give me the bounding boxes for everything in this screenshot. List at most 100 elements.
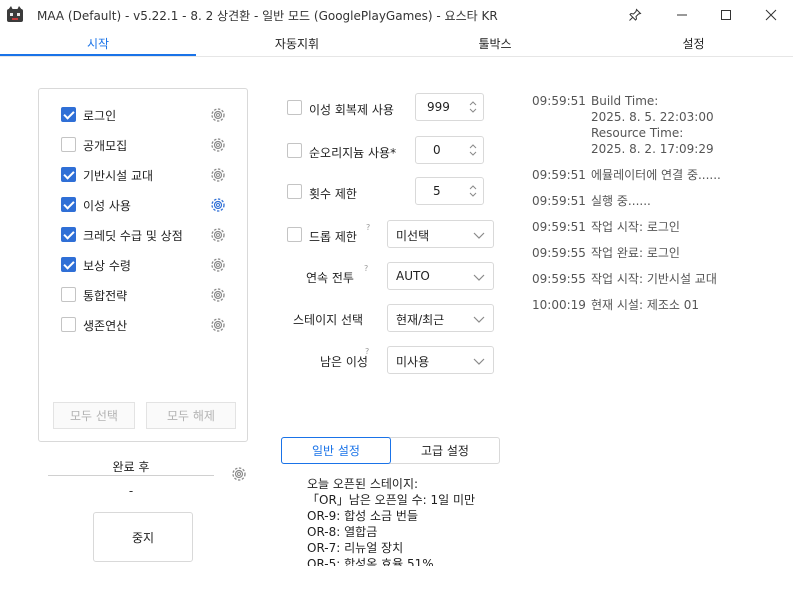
maximize-button[interactable] (704, 0, 748, 30)
close-button[interactable] (749, 0, 793, 30)
times-limit-checkbox[interactable] (287, 184, 302, 199)
task-label: 공개모집 (83, 139, 128, 153)
select-value: 미사용 (396, 355, 430, 369)
task-checkbox[interactable] (61, 317, 76, 332)
stage-select-label: 스테이지 선택 (293, 313, 364, 327)
stepper-value: 0 (433, 143, 441, 157)
log-time: 09:59:51 (532, 220, 586, 234)
log-entry: 09:59:51 작업 시작: 로그인 (532, 219, 782, 235)
task-checkbox[interactable] (61, 257, 76, 272)
gear-icon[interactable] (209, 316, 227, 334)
select-value: 미선택 (396, 229, 430, 243)
stop-button[interactable]: 중지 (93, 512, 193, 562)
stage-info-line: 오늘 오픈된 스테이지: (307, 477, 419, 491)
log-message: 현재 시설: 제조소 01 (591, 298, 700, 312)
log-message: 작업 완료: 로그인 (591, 246, 680, 260)
task-item-award[interactable]: 보상 수령 (61, 254, 231, 276)
drop-limit-help-icon[interactable]: ? (366, 223, 370, 232)
stepper-arrows-icon[interactable] (468, 99, 478, 115)
log-entry: 09:59:55 작업 완료: 로그인 (532, 245, 782, 261)
series-help-icon[interactable]: ? (364, 264, 368, 273)
originium-checkbox[interactable] (287, 143, 302, 158)
remaining-sanity-select[interactable]: 미사용 (387, 346, 494, 374)
task-checkbox[interactable] (61, 227, 76, 242)
task-checkbox[interactable] (61, 137, 76, 152)
sanity-potion-label: 이성 회복제 사용 (309, 103, 394, 117)
remaining-sanity-help-icon[interactable]: ? (365, 347, 369, 356)
task-item-reclamation[interactable]: 생존연산 (61, 314, 231, 336)
open-stage-info: 오늘 오픈된 스테이지: 「OR」남은 오픈일 수: 1일 미만 OR-9: 합… (307, 476, 507, 566)
pin-button[interactable] (613, 0, 657, 30)
originium-stepper[interactable]: 0 (415, 136, 484, 164)
log-message: 작업 시작: 기반시설 교대 (591, 272, 717, 286)
log-entry: 09:59:51 에뮬레이터에 연결 중...... (532, 167, 782, 183)
stage-info-line: OR-5: 합성옥 효율 51% (307, 557, 434, 566)
log-time: 09:59:51 (532, 194, 586, 208)
gear-icon[interactable] (209, 196, 227, 214)
task-item-roguelike[interactable]: 통합전략 (61, 284, 231, 306)
chevron-down-icon (473, 232, 485, 239)
after-completion-select[interactable]: - (48, 484, 214, 498)
drop-limit-select[interactable]: 미선택 (387, 220, 494, 248)
after-completion-divider (48, 475, 214, 476)
stage-select[interactable]: 현재/최근 (387, 304, 494, 332)
close-icon (765, 9, 777, 21)
originium-label: 순오리지늄 사용* (309, 146, 397, 160)
task-list-panel: 로그인 공개모집 기반시설 교대 이성 사용 크레딧 수급 및 상점 보상 수령… (38, 88, 248, 442)
series-select[interactable]: AUTO (387, 262, 494, 290)
remaining-sanity-label: 남은 이성 (320, 355, 368, 369)
stepper-arrows-icon[interactable] (468, 142, 478, 158)
select-all-button[interactable]: 모두 선택 (53, 402, 135, 429)
sanity-potion-checkbox[interactable] (287, 100, 302, 115)
task-checkbox[interactable] (61, 167, 76, 182)
gear-icon[interactable] (209, 226, 227, 244)
log-entry: 09:59:51 실행 중...... (532, 193, 782, 209)
log-time: 09:59:55 (532, 246, 586, 260)
task-checkbox[interactable] (61, 287, 76, 302)
gear-icon[interactable] (209, 286, 227, 304)
log-time: 10:00:19 (532, 298, 586, 312)
general-settings-button[interactable]: 일반 설정 (281, 437, 391, 464)
gear-icon[interactable] (209, 166, 227, 184)
drop-limit-checkbox[interactable] (287, 227, 302, 242)
times-limit-label: 횟수 제한 (309, 187, 357, 201)
log-entry: 09:59:51 Build Time: 2025. 8. 5. 22:03:0… (532, 93, 782, 157)
stage-info-line: 「OR」남은 오픈일 수: 1일 미만 (307, 493, 476, 507)
log-time: 09:59:51 (532, 94, 586, 108)
chevron-down-icon (473, 274, 485, 281)
log-message: 에뮬레이터에 연결 중...... (591, 168, 721, 182)
minimize-button[interactable] (660, 0, 704, 30)
window-title: MAA (Default) - v5.22.1 - 8. 2 상견환 - 일반 … (37, 9, 498, 23)
log-time: 09:59:51 (532, 168, 586, 182)
gear-icon[interactable] (209, 106, 227, 124)
select-value: AUTO (396, 269, 430, 283)
task-checkbox[interactable] (61, 197, 76, 212)
maximize-icon (721, 10, 731, 20)
tab-settings[interactable]: 설정 (594, 35, 793, 52)
task-item-mall[interactable]: 크레딧 수급 및 상점 (61, 224, 231, 246)
gear-icon[interactable] (209, 256, 227, 274)
tab-toolbox[interactable]: 툴박스 (396, 35, 594, 52)
advanced-settings-button[interactable]: 고급 설정 (391, 438, 499, 463)
tab-start[interactable]: 시작 (0, 35, 196, 52)
task-checkbox[interactable] (61, 107, 76, 122)
gear-icon[interactable] (230, 465, 248, 483)
stepper-arrows-icon[interactable] (468, 183, 478, 199)
gear-icon[interactable] (209, 136, 227, 154)
title-bar: MAA (Default) - v5.22.1 - 8. 2 상견환 - 일반 … (0, 0, 793, 30)
log-message: Build Time: (591, 94, 659, 108)
times-limit-stepper[interactable]: 5 (415, 177, 484, 205)
sanity-potion-stepper[interactable]: 999 (415, 93, 484, 121)
log-message: Resource Time: (591, 126, 684, 140)
task-item-login[interactable]: 로그인 (61, 104, 231, 126)
main-tabs: 시작 자동지휘 툴박스 설정 (0, 30, 793, 57)
log-entry: 10:00:19 현재 시설: 제조소 01 (532, 297, 782, 313)
chevron-down-icon (473, 358, 485, 365)
tab-copilot[interactable]: 자동지휘 (198, 35, 396, 52)
task-label: 이성 사용 (83, 199, 131, 213)
log-message: 2025. 8. 5. 22:03:00 (591, 110, 714, 124)
task-item-recruit[interactable]: 공개모집 (61, 134, 231, 156)
task-item-infrast[interactable]: 기반시설 교대 (61, 164, 231, 186)
deselect-all-button[interactable]: 모두 해제 (146, 402, 236, 429)
task-item-fight[interactable]: 이성 사용 (61, 194, 231, 216)
